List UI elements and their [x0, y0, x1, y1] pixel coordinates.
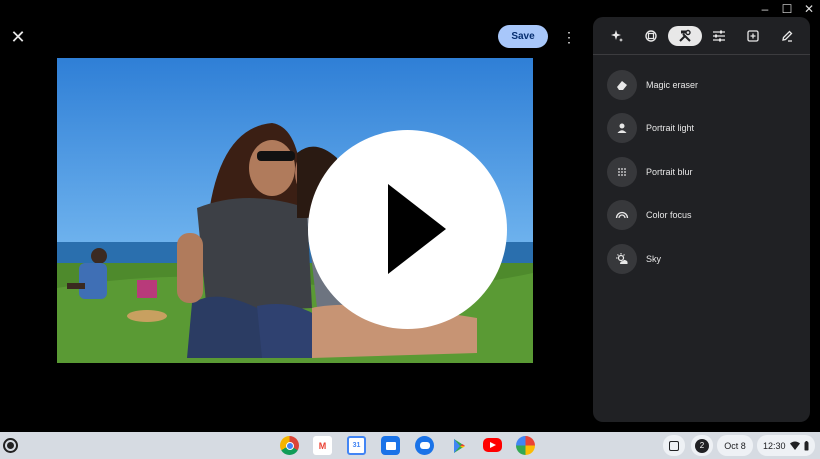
color-focus-option[interactable]: Color focus: [607, 200, 692, 230]
option-label: Portrait light: [646, 123, 695, 133]
add-image-icon[interactable]: [736, 26, 770, 46]
date-label: Oct 8: [724, 440, 746, 451]
option-label: Portrait blur: [646, 167, 693, 177]
phone-hub-icon[interactable]: [663, 435, 685, 456]
markup-pen-icon[interactable]: [770, 26, 804, 46]
notification-count: 2: [695, 438, 709, 453]
play-icon: [388, 184, 446, 274]
time-label: 12:30: [763, 440, 786, 451]
tool-tabs: [593, 17, 810, 55]
portrait-light-option[interactable]: Portrait light: [607, 113, 694, 143]
date-tray[interactable]: Oct 8: [717, 435, 753, 456]
shelf: M 31 2 Oct 8 12:30: [0, 432, 820, 459]
sky-option[interactable]: Sky: [607, 244, 661, 274]
more-options-icon[interactable]: ⋮: [561, 26, 577, 48]
portrait-blur-icon: [607, 157, 637, 187]
adjust-sliders-icon[interactable]: [702, 26, 736, 46]
option-label: Color focus: [646, 210, 692, 220]
messages-icon[interactable]: [415, 436, 434, 455]
sky-icon: [607, 244, 637, 274]
save-button[interactable]: Save: [498, 25, 548, 48]
window-controls: – ☐ ✕: [754, 0, 820, 18]
eraser-icon: [607, 70, 637, 100]
magic-eraser-option[interactable]: Magic eraser: [607, 70, 698, 100]
portrait-light-icon: [607, 113, 637, 143]
status-tray[interactable]: 12:30: [757, 435, 815, 456]
files-icon[interactable]: [381, 436, 400, 455]
youtube-icon[interactable]: [483, 438, 502, 452]
battery-icon: [804, 440, 809, 450]
portrait-blur-option[interactable]: Portrait blur: [607, 157, 693, 187]
play-button[interactable]: [308, 130, 507, 329]
chrome-icon[interactable]: [280, 436, 299, 455]
calendar-icon[interactable]: 31: [347, 436, 366, 455]
minimize-icon[interactable]: –: [754, 0, 776, 18]
photos-icon[interactable]: [516, 436, 535, 455]
maximize-icon[interactable]: ☐: [776, 0, 798, 18]
window-close-icon[interactable]: ✕: [798, 0, 820, 18]
color-focus-icon: [607, 200, 637, 230]
sparkle-icon[interactable]: [600, 26, 634, 46]
close-editor-icon[interactable]: ✕: [8, 27, 28, 47]
gmail-icon[interactable]: M: [313, 436, 332, 455]
editing-panel: Magic eraser Portrait light Portrait blu…: [593, 17, 810, 422]
option-label: Magic eraser: [646, 80, 699, 90]
launcher-icon[interactable]: [3, 438, 18, 453]
option-label: Sky: [646, 254, 662, 264]
rotate-crop-icon[interactable]: [634, 26, 668, 46]
wifi-icon: [789, 441, 800, 450]
tools-icon[interactable]: [668, 26, 702, 46]
play-store-icon[interactable]: [449, 436, 468, 455]
photo-editor-window: – ☐ ✕ ✕ Save ⋮ Magic eraser Portrait lig…: [0, 0, 820, 459]
notification-badge[interactable]: 2: [691, 435, 713, 456]
